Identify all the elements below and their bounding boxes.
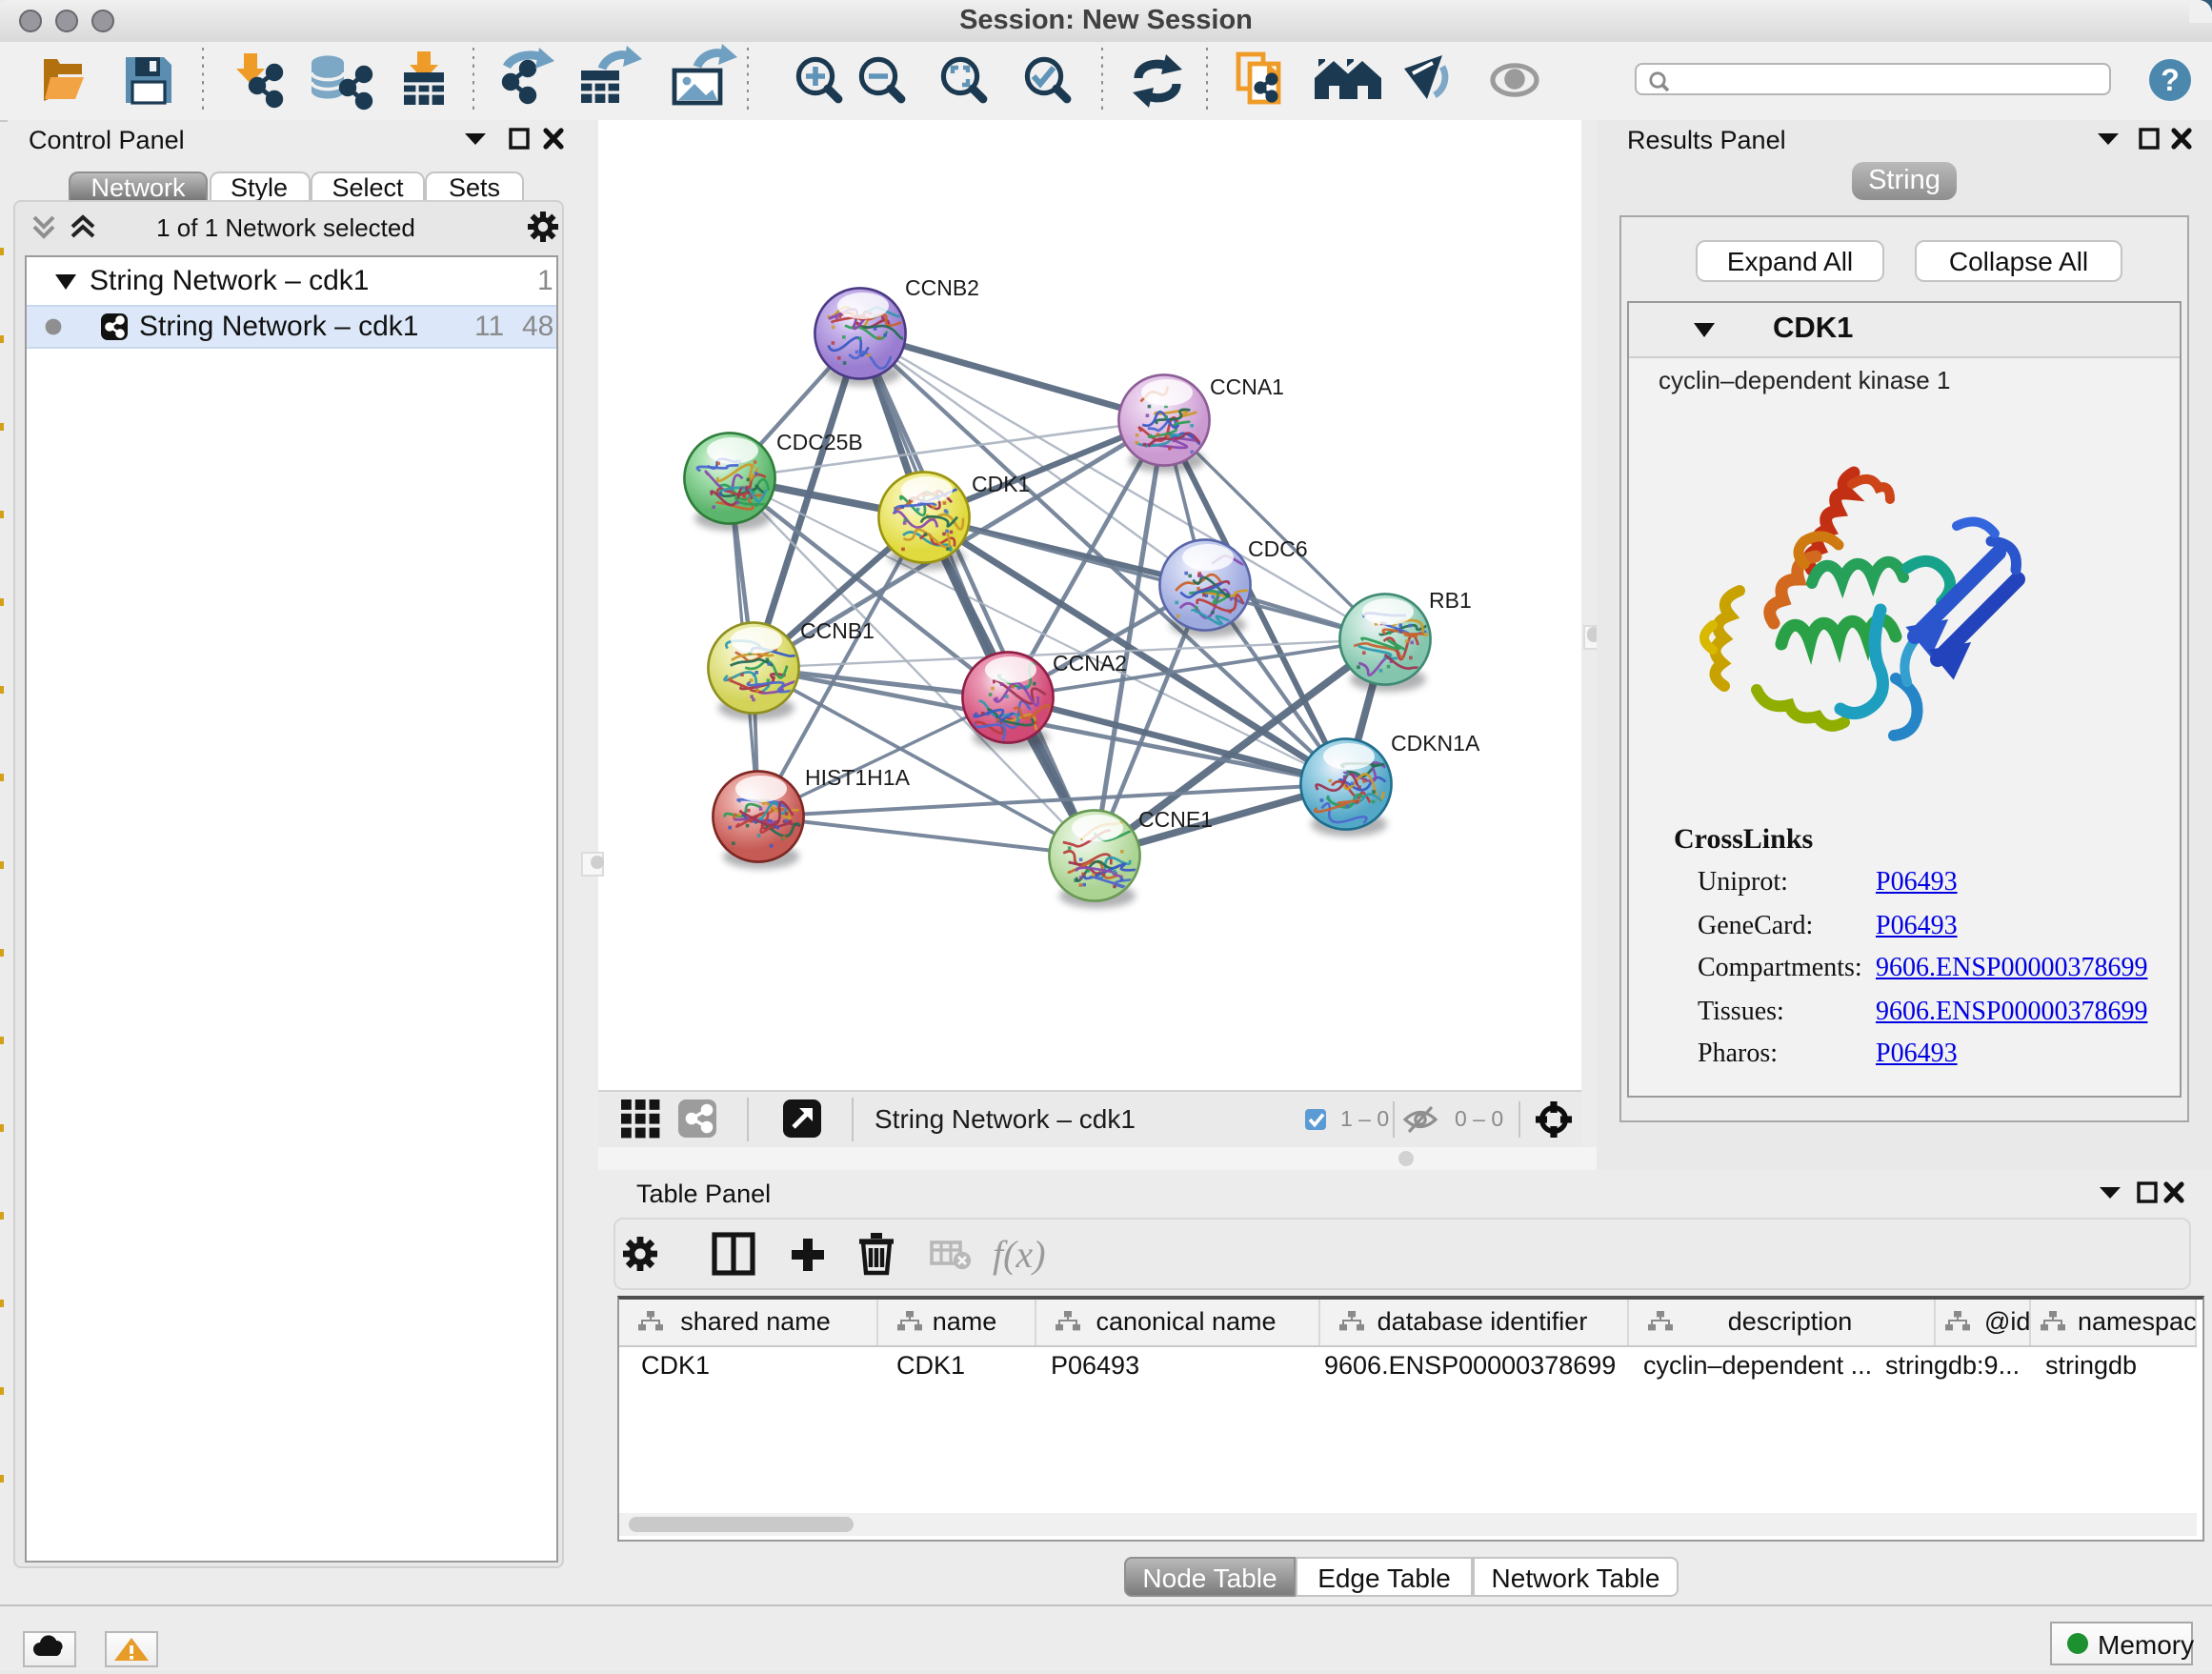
svg-text:?: ? [2161, 63, 2180, 97]
svg-text:RB1: RB1 [1429, 588, 1472, 613]
svg-text:CCNA1: CCNA1 [1210, 374, 1284, 399]
svg-text:HIST1H1A: HIST1H1A [805, 765, 911, 790]
svg-text:f(x): f(x) [993, 1232, 1046, 1275]
svg-text:CDK1: CDK1 [972, 472, 1030, 496]
svg-text:0 – 0: 0 – 0 [1455, 1106, 1503, 1131]
svg-text:CDC25B: CDC25B [776, 430, 863, 454]
svg-text:1 – 0: 1 – 0 [1340, 1106, 1389, 1131]
svg-text:CCNB1: CCNB1 [800, 618, 875, 643]
svg-text:String Network – cdk1: String Network – cdk1 [875, 1104, 1136, 1134]
svg-text:CCNB2: CCNB2 [905, 275, 979, 300]
svg-text:CDC6: CDC6 [1248, 536, 1308, 561]
svg-text:CCNA2: CCNA2 [1053, 651, 1127, 676]
svg-text:CCNE1: CCNE1 [1138, 807, 1213, 832]
svg-text:CDKN1A: CDKN1A [1391, 731, 1480, 756]
